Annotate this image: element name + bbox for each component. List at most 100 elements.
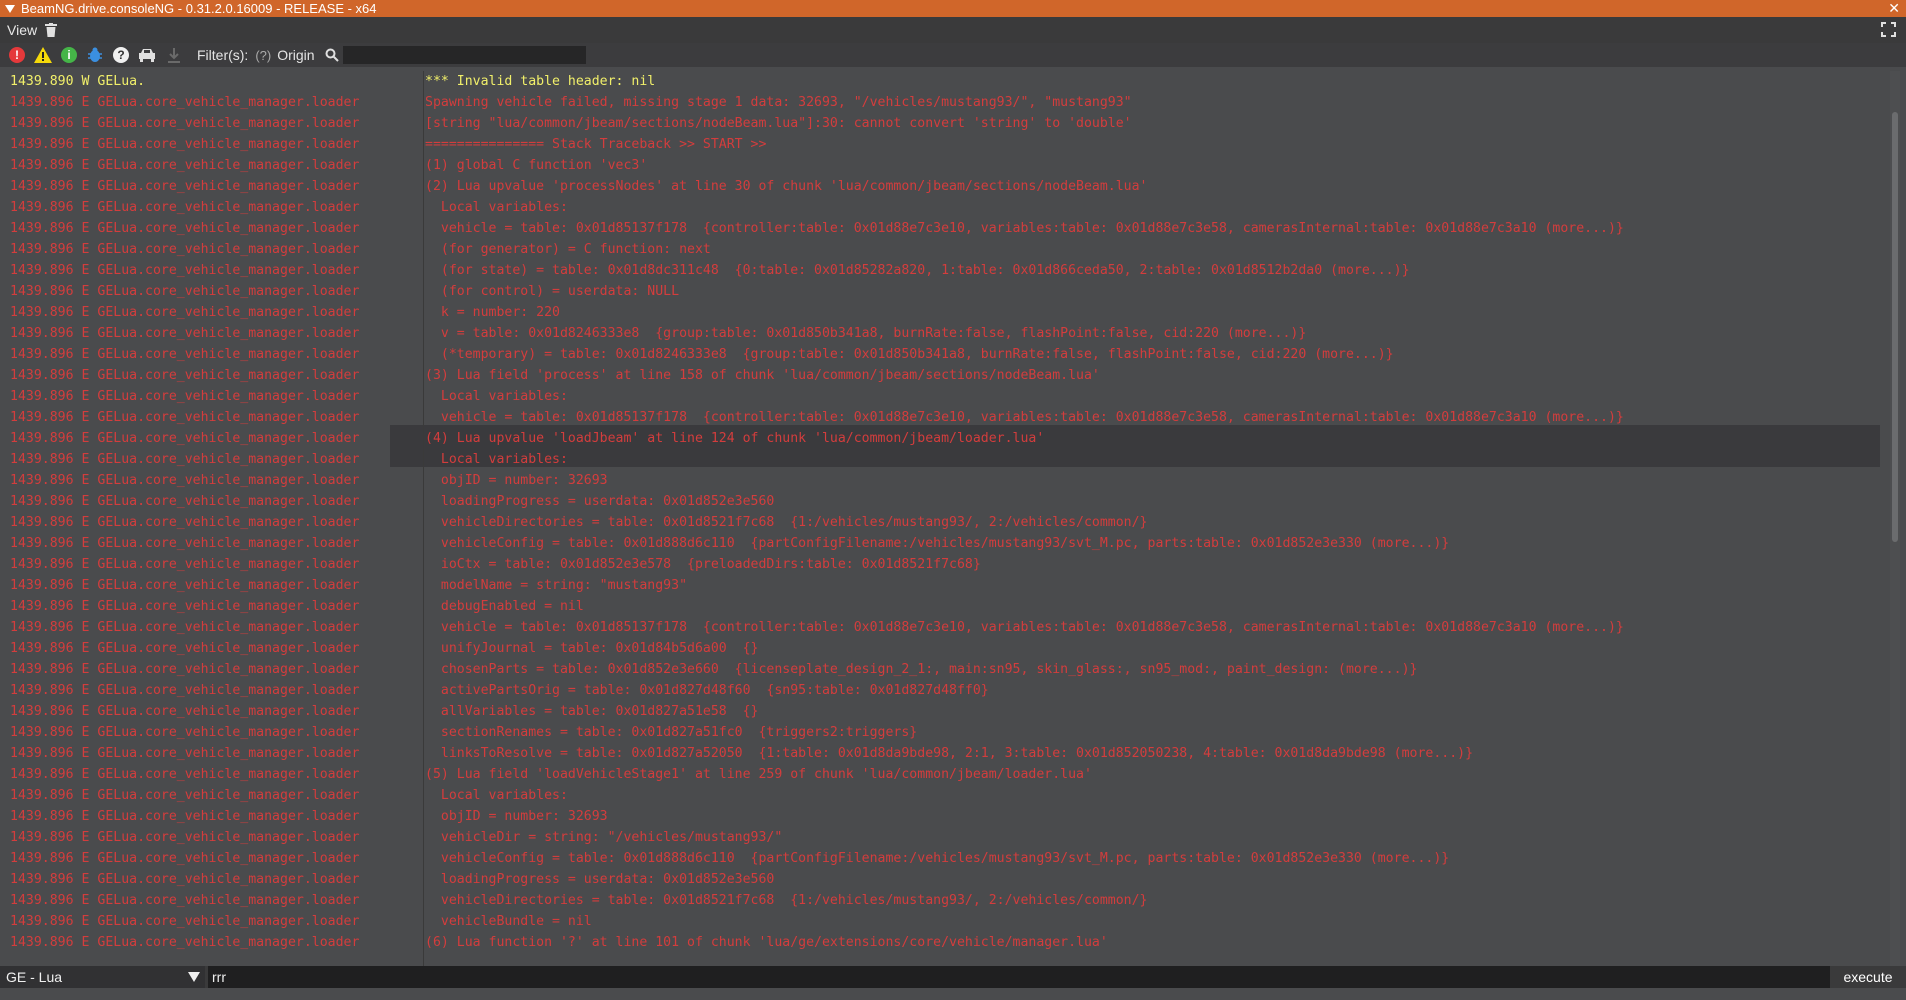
close-icon[interactable]: ✕: [1888, 0, 1900, 17]
log-message: loadingProgress = userdata: 0x01d852e3e5…: [425, 494, 775, 509]
log-level: E: [81, 137, 90, 152]
log-list[interactable]: 1439.890 W GELua. *** Invalid table heade…: [0, 71, 1890, 966]
column-divider[interactable]: [423, 71, 424, 966]
info-filter-icon[interactable]: i: [61, 47, 77, 63]
log-origin: GELua.core_vehicle_manager.loader: [97, 179, 360, 194]
log-row[interactable]: 1439.896 E GELua.core_vehicle_manager.lo…: [0, 428, 1890, 449]
log-level: E: [81, 473, 90, 488]
log-row[interactable]: 1439.896 E GELua.core_vehicle_manager.lo…: [0, 743, 1890, 764]
clear-log-trash-icon[interactable]: [45, 23, 58, 37]
log-row[interactable]: 1439.896 E GELua.core_vehicle_manager.lo…: [0, 827, 1890, 848]
log-row[interactable]: 1439.896 E GELua.core_vehicle_manager.lo…: [0, 785, 1890, 806]
log-row[interactable]: 1439.896 E GELua.core_vehicle_manager.lo…: [0, 638, 1890, 659]
log-row[interactable]: 1439.896 E GELua.core_vehicle_manager.lo…: [0, 701, 1890, 722]
search-input[interactable]: [342, 46, 586, 64]
log-row[interactable]: 1439.896 E GELua.core_vehicle_manager.lo…: [0, 554, 1890, 575]
log-source: 1439.896 E GELua.core_vehicle_manager.lo…: [10, 533, 420, 554]
log-row[interactable]: 1439.896 E GELua.core_vehicle_manager.lo…: [0, 533, 1890, 554]
log-row[interactable]: 1439.896 E GELua.core_vehicle_manager.lo…: [0, 869, 1890, 890]
command-input[interactable]: [208, 966, 1836, 988]
origin-toggle[interactable]: Origin: [277, 47, 314, 63]
log-time: 1439.896: [10, 620, 74, 635]
chevron-down-icon[interactable]: [188, 972, 200, 982]
debug-bug-icon[interactable]: [86, 46, 104, 64]
log-row[interactable]: 1439.896 E GELua.core_vehicle_manager.lo…: [0, 197, 1890, 218]
log-source: 1439.896 E GELua.core_vehicle_manager.lo…: [10, 386, 420, 407]
log-time: 1439.896: [10, 431, 74, 446]
log-row[interactable]: 1439.896 E GELua.core_vehicle_manager.lo…: [0, 596, 1890, 617]
log-source: 1439.896 E GELua.core_vehicle_manager.lo…: [10, 92, 420, 113]
log-source: 1439.896 E GELua.core_vehicle_manager.lo…: [10, 911, 420, 932]
log-row[interactable]: 1439.896 E GELua.core_vehicle_manager.lo…: [0, 365, 1890, 386]
log-row[interactable]: 1439.896 E GELua.core_vehicle_manager.lo…: [0, 407, 1890, 428]
log-row[interactable]: 1439.890 W GELua. *** Invalid table heade…: [0, 71, 1890, 92]
log-origin: GELua.core_vehicle_manager.loader: [97, 788, 360, 803]
log-row[interactable]: 1439.896 E GELua.core_vehicle_manager.lo…: [0, 491, 1890, 512]
log-source: 1439.896 E GELua.core_vehicle_manager.lo…: [10, 659, 420, 680]
log-origin: GELua.core_vehicle_manager.loader: [97, 305, 360, 320]
log-origin: GELua.core_vehicle_manager.loader: [97, 95, 360, 110]
log-origin: GELua.core_vehicle_manager.loader: [97, 851, 360, 866]
log-row[interactable]: 1439.896 E GELua.core_vehicle_manager.lo…: [0, 890, 1890, 911]
log-row[interactable]: 1439.896 E GELua.core_vehicle_manager.lo…: [0, 134, 1890, 155]
menu-bar: View: [0, 17, 1906, 43]
filter-help-link[interactable]: (?): [255, 48, 271, 63]
log-origin: GELua.core_vehicle_manager.loader: [97, 935, 360, 950]
log-origin: GELua.core_vehicle_manager.loader: [97, 641, 360, 656]
download-icon[interactable]: [165, 46, 183, 64]
vehicle-filter-icon[interactable]: [138, 46, 156, 64]
menu-view[interactable]: View: [7, 22, 37, 38]
log-row[interactable]: 1439.896 E GELua.core_vehicle_manager.lo…: [0, 848, 1890, 869]
log-row[interactable]: 1439.896 E GELua.core_vehicle_manager.lo…: [0, 722, 1890, 743]
log-origin: GELua.core_vehicle_manager.loader: [97, 599, 360, 614]
log-row[interactable]: 1439.896 E GELua.core_vehicle_manager.lo…: [0, 659, 1890, 680]
fullscreen-icon[interactable]: [1881, 22, 1896, 37]
log-time: 1439.896: [10, 137, 74, 152]
log-level: E: [81, 347, 90, 362]
log-time: 1439.896: [10, 725, 74, 740]
help-filter-icon[interactable]: ?: [113, 47, 129, 63]
log-row[interactable]: 1439.896 E GELua.core_vehicle_manager.lo…: [0, 617, 1890, 638]
log-row[interactable]: 1439.896 E GELua.core_vehicle_manager.lo…: [0, 155, 1890, 176]
log-origin: GELua.core_vehicle_manager.loader: [97, 347, 360, 362]
warning-filter-icon[interactable]: [34, 46, 52, 64]
log-source: 1439.896 E GELua.core_vehicle_manager.lo…: [10, 554, 420, 575]
log-row[interactable]: 1439.896 E GELua.core_vehicle_manager.lo…: [0, 302, 1890, 323]
scrollbar-thumb[interactable]: [1892, 112, 1898, 542]
log-row[interactable]: 1439.896 E GELua.core_vehicle_manager.lo…: [0, 113, 1890, 134]
execute-button[interactable]: execute: [1830, 966, 1906, 988]
log-level: E: [81, 452, 90, 467]
log-row[interactable]: 1439.896 E GELua.core_vehicle_manager.lo…: [0, 92, 1890, 113]
log-row[interactable]: 1439.896 E GELua.core_vehicle_manager.lo…: [0, 932, 1890, 953]
error-filter-icon[interactable]: !: [9, 47, 25, 63]
search-icon: [325, 48, 339, 62]
log-row[interactable]: 1439.896 E GELua.core_vehicle_manager.lo…: [0, 470, 1890, 491]
log-row[interactable]: 1439.896 E GELua.core_vehicle_manager.lo…: [0, 806, 1890, 827]
log-message: linksToResolve = table: 0x01d827a52050 {…: [425, 746, 1474, 761]
context-select[interactable]: GE - Lua: [0, 966, 205, 988]
log-row[interactable]: 1439.896 E GELua.core_vehicle_manager.lo…: [0, 449, 1890, 470]
log-row[interactable]: 1439.896 E GELua.core_vehicle_manager.lo…: [0, 281, 1890, 302]
log-row[interactable]: 1439.896 E GELua.core_vehicle_manager.lo…: [0, 218, 1890, 239]
log-row[interactable]: 1439.896 E GELua.core_vehicle_manager.lo…: [0, 764, 1890, 785]
log-row[interactable]: 1439.896 E GELua.core_vehicle_manager.lo…: [0, 575, 1890, 596]
log-origin: GELua.core_vehicle_manager.loader: [97, 893, 360, 908]
log-message: Local variables:: [425, 200, 568, 215]
log-row[interactable]: 1439.896 E GELua.core_vehicle_manager.lo…: [0, 386, 1890, 407]
log-row[interactable]: 1439.896 E GELua.core_vehicle_manager.lo…: [0, 239, 1890, 260]
log-time: 1439.896: [10, 746, 74, 761]
log-level: E: [81, 179, 90, 194]
log-row[interactable]: 1439.896 E GELua.core_vehicle_manager.lo…: [0, 680, 1890, 701]
log-source: 1439.896 E GELua.core_vehicle_manager.lo…: [10, 722, 420, 743]
log-row[interactable]: 1439.896 E GELua.core_vehicle_manager.lo…: [0, 512, 1890, 533]
window-menu-icon[interactable]: [5, 4, 15, 13]
window-title-bar[interactable]: BeamNG.drive.consoleNG - 0.31.2.0.16009 …: [0, 0, 1906, 17]
log-row[interactable]: 1439.896 E GELua.core_vehicle_manager.lo…: [0, 911, 1890, 932]
log-time: 1439.896: [10, 599, 74, 614]
log-time: 1439.896: [10, 893, 74, 908]
log-row[interactable]: 1439.896 E GELua.core_vehicle_manager.lo…: [0, 344, 1890, 365]
log-row[interactable]: 1439.896 E GELua.core_vehicle_manager.lo…: [0, 260, 1890, 281]
log-row[interactable]: 1439.896 E GELua.core_vehicle_manager.lo…: [0, 323, 1890, 344]
log-time: 1439.896: [10, 809, 74, 824]
log-row[interactable]: 1439.896 E GELua.core_vehicle_manager.lo…: [0, 176, 1890, 197]
